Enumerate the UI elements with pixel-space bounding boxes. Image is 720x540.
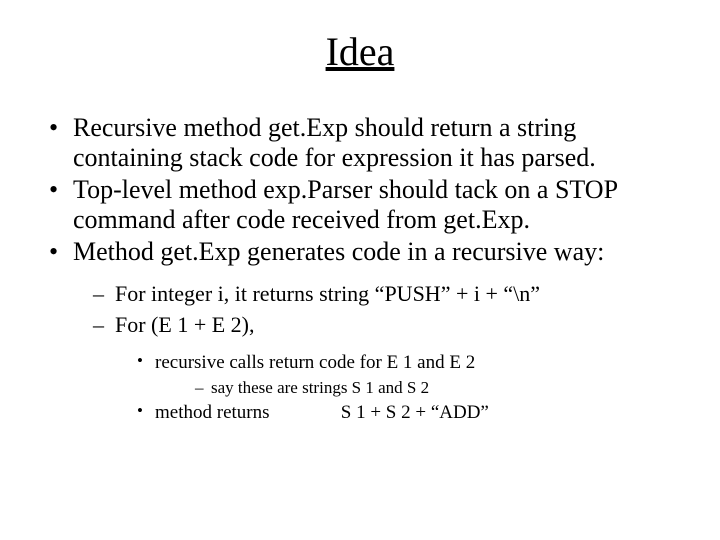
subsub-list: recursive calls return code for E 1 and … bbox=[137, 350, 675, 376]
sub-list: For integer i, it returns string “PUSH” … bbox=[93, 280, 675, 339]
deep-text: say these are strings S 1 and S 2 bbox=[211, 378, 429, 397]
sub-item: For integer i, it returns string “PUSH” … bbox=[93, 280, 675, 309]
deep-item: say these are strings S 1 and S 2 bbox=[195, 377, 675, 400]
subsub-item: recursive calls return code for E 1 and … bbox=[137, 350, 675, 376]
subsub-list-2: method returns S 1 + S 2 + “ADD” bbox=[137, 400, 675, 426]
subsub-text: method returns S 1 + S 2 + “ADD” bbox=[155, 402, 489, 423]
bullet-list: Recursive method get.Exp should return a… bbox=[45, 113, 675, 266]
sub-text: For integer i, it returns string “PUSH” … bbox=[115, 281, 540, 306]
subsub-text: recursive calls return code for E 1 and … bbox=[155, 352, 475, 373]
sub-item: For (E 1 + E 2), bbox=[93, 311, 675, 340]
slide-title: Idea bbox=[45, 28, 675, 75]
bullet-text: Top-level method exp.Parser should tack … bbox=[73, 175, 617, 234]
slide: Idea Recursive method get.Exp should ret… bbox=[0, 0, 720, 540]
subsub-item: method returns S 1 + S 2 + “ADD” bbox=[137, 400, 675, 426]
bullet-item: Method get.Exp generates code in a recur… bbox=[45, 237, 675, 267]
bullet-item: Recursive method get.Exp should return a… bbox=[45, 113, 675, 173]
bullet-text: Recursive method get.Exp should return a… bbox=[73, 113, 596, 172]
bullet-item: Top-level method exp.Parser should tack … bbox=[45, 175, 675, 235]
bullet-text: Method get.Exp generates code in a recur… bbox=[73, 237, 604, 266]
sub-text: For (E 1 + E 2), bbox=[115, 312, 255, 337]
deep-list: say these are strings S 1 and S 2 bbox=[195, 377, 675, 400]
